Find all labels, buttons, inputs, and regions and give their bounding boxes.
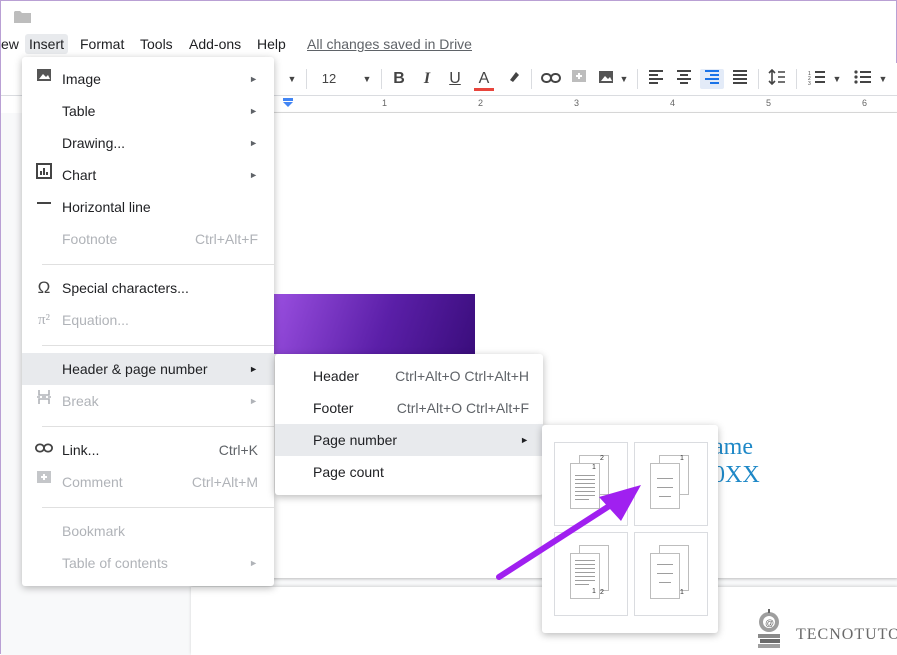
font-size-chevron-icon[interactable]: ▼ bbox=[361, 69, 373, 89]
menu-addons[interactable]: Add-ons bbox=[189, 34, 241, 54]
align-left-icon[interactable] bbox=[647, 69, 665, 89]
page-thumbnail-front bbox=[650, 553, 680, 599]
ruler[interactable]: 1 2 3 4 5 6 bbox=[191, 96, 897, 113]
ruler-tick-2: 2 bbox=[478, 98, 484, 108]
menu-item-drawing[interactable]: Drawing... ► bbox=[22, 127, 274, 159]
submenu-arrow-icon: ► bbox=[249, 74, 258, 84]
ruler-tick-1: 1 bbox=[382, 98, 388, 108]
menu-item-footnote[interactable]: Footnote Ctrl+Alt+F bbox=[22, 223, 274, 255]
submenu-arrow-icon: ► bbox=[520, 435, 529, 445]
submenu-arrow-icon: ► bbox=[249, 396, 258, 406]
highlight-icon[interactable] bbox=[505, 69, 523, 89]
menu-item-special-characters[interactable]: Ω Special characters... bbox=[22, 272, 274, 304]
menu-item-table-of-contents[interactable]: Table of contents ► bbox=[22, 547, 274, 579]
omega-icon: Ω bbox=[37, 278, 51, 297]
banner-image[interactable] bbox=[273, 294, 475, 354]
underline-icon[interactable]: U bbox=[447, 69, 463, 89]
image-dropdown-chevron-icon[interactable]: ▼ bbox=[618, 69, 630, 89]
ruler-tick-5: 5 bbox=[766, 98, 772, 108]
submenu-arrow-icon: ► bbox=[249, 170, 258, 180]
menu-item-equation[interactable]: π² Equation... bbox=[22, 304, 274, 336]
text-color-icon[interactable]: A bbox=[475, 69, 493, 89]
document-text-line[interactable]: ame bbox=[713, 434, 753, 461]
link-icon bbox=[34, 434, 54, 466]
submenu-arrow-icon: ► bbox=[249, 138, 258, 148]
indent-marker-icon[interactable] bbox=[283, 98, 293, 108]
menu-format[interactable]: Format bbox=[80, 34, 124, 54]
font-size-field[interactable]: 12 bbox=[319, 69, 339, 89]
menu-item-break[interactable]: Break ► bbox=[22, 385, 274, 417]
insert-image-icon[interactable] bbox=[597, 69, 615, 89]
menu-item-footer[interactable]: Footer Ctrl+Alt+O Ctrl+Alt+F bbox=[275, 392, 543, 424]
page-thumbnail-front bbox=[650, 463, 680, 509]
ruler-tick-6: 6 bbox=[862, 98, 868, 108]
insert-menu: Image ► Table ► Drawing... ► Chart ► Hor… bbox=[22, 57, 274, 586]
menu-item-comment[interactable]: Comment Ctrl+Alt+M bbox=[22, 466, 274, 498]
menu-divider bbox=[42, 345, 274, 346]
numbered-list-icon[interactable]: 123 bbox=[807, 69, 827, 89]
ruler-tick-4: 4 bbox=[670, 98, 676, 108]
bold-icon[interactable]: B bbox=[391, 69, 407, 89]
svg-text:@: @ bbox=[765, 618, 774, 628]
font-dropdown-chevron-icon[interactable]: ▼ bbox=[286, 69, 298, 89]
submenu-arrow-icon: ► bbox=[249, 364, 258, 374]
break-icon bbox=[34, 385, 54, 417]
horizontal-line-icon bbox=[34, 191, 54, 223]
menu-tools[interactable]: Tools bbox=[140, 34, 173, 54]
menu-item-chart[interactable]: Chart ► bbox=[22, 159, 274, 191]
menu-divider bbox=[42, 426, 274, 427]
menu-item-bookmark[interactable]: Bookmark bbox=[22, 515, 274, 547]
folder-icon[interactable] bbox=[14, 10, 32, 23]
numbered-list-chevron-icon[interactable]: ▼ bbox=[831, 69, 843, 89]
chart-icon bbox=[34, 159, 54, 191]
italic-icon[interactable]: I bbox=[419, 69, 435, 89]
save-status-link[interactable]: All changes saved in Drive bbox=[307, 34, 472, 54]
watermark-brand: TECNOTUTO bbox=[796, 626, 897, 643]
menu-item-page-number[interactable]: Page number ► bbox=[275, 424, 543, 456]
menu-divider bbox=[42, 264, 274, 265]
submenu-arrow-icon: ► bbox=[249, 106, 258, 116]
align-right-icon[interactable] bbox=[700, 69, 724, 89]
image-icon bbox=[34, 63, 54, 95]
menu-item-header-page-number[interactable]: Header & page number ► bbox=[22, 353, 274, 385]
link-icon[interactable] bbox=[541, 69, 561, 89]
text-color-bar bbox=[474, 88, 494, 91]
menu-insert[interactable]: Insert bbox=[25, 34, 69, 54]
document-text-line[interactable]: 0XX bbox=[713, 462, 760, 489]
annotation-arrow-icon bbox=[496, 485, 641, 580]
tecnotuto-logo-icon: @ bbox=[754, 605, 784, 649]
justify-icon[interactable] bbox=[731, 69, 749, 89]
menu-view[interactable]: ew bbox=[1, 34, 19, 54]
pi-icon: π² bbox=[37, 312, 51, 328]
comment-icon bbox=[34, 466, 54, 498]
line-spacing-icon[interactable] bbox=[767, 68, 787, 89]
align-center-icon[interactable] bbox=[675, 69, 693, 89]
menu-item-image[interactable]: Image ► bbox=[22, 63, 274, 95]
bulleted-list-icon[interactable] bbox=[853, 69, 873, 89]
menu-item-header[interactable]: Header Ctrl+Alt+O Ctrl+Alt+H bbox=[275, 360, 543, 392]
header-page-number-submenu: Header Ctrl+Alt+O Ctrl+Alt+H Footer Ctrl… bbox=[275, 354, 543, 495]
menu-help[interactable]: Help bbox=[257, 34, 286, 54]
add-comment-icon[interactable] bbox=[570, 69, 588, 89]
submenu-arrow-icon: ► bbox=[249, 558, 258, 568]
menu-bar: ew Insert Format Tools Add-ons Help All … bbox=[1, 31, 897, 55]
bulleted-list-chevron-icon[interactable]: ▼ bbox=[877, 69, 889, 89]
menu-item-table[interactable]: Table ► bbox=[22, 95, 274, 127]
ruler-tick-3: 3 bbox=[574, 98, 580, 108]
menu-divider bbox=[42, 507, 274, 508]
menu-item-horizontal-line[interactable]: Horizontal line bbox=[22, 191, 274, 223]
svg-text:3: 3 bbox=[808, 81, 811, 85]
menu-item-link[interactable]: Link... Ctrl+K bbox=[22, 434, 274, 466]
